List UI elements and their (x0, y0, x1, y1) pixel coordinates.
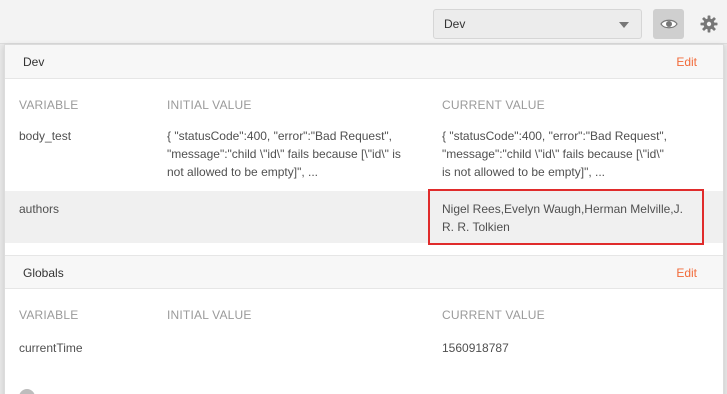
column-header-initial-value: INITIAL VALUE (167, 98, 252, 112)
column-header-initial-value: INITIAL VALUE (167, 308, 252, 322)
section-title: Dev (23, 55, 45, 69)
current-value: 1560918787 (442, 341, 509, 355)
column-header-variable: VARIABLE (19, 98, 79, 112)
variable-name: currentTime (19, 341, 83, 355)
variable-name: body_test (19, 129, 72, 143)
manage-environments-button[interactable] (694, 9, 724, 39)
column-header-current-value: CURRENT VALUE (442, 308, 545, 322)
environment-select[interactable]: Dev (433, 9, 642, 39)
initial-value-line: not allowed to be empty]", ... (167, 165, 319, 179)
globals-section-header: Globals Edit (5, 255, 723, 289)
current-value-line: { "statusCode":400, "error":"Bad Request… (442, 129, 668, 143)
initial-value-line: "message":"child \"id\" fails because [\… (167, 147, 401, 161)
current-value-line: "message":"child \"id\" fails because [\… (442, 147, 664, 161)
initial-value-line: { "statusCode":400, "error":"Bad Request… (167, 129, 393, 143)
highlight-annotation-box (428, 189, 704, 245)
initial-value: { "statusCode":400, "error":"Bad Request… (167, 127, 427, 181)
dev-section-header: Dev Edit (5, 45, 723, 79)
edit-globals-link[interactable]: Edit (676, 266, 697, 280)
variable-name: authors (19, 202, 60, 216)
section-title: Globals (23, 266, 64, 280)
column-header-variable: VARIABLE (19, 308, 79, 322)
current-value-line: is not allowed to be empty]", ... (442, 165, 606, 179)
info-icon (19, 389, 35, 394)
current-value: { "statusCode":400, "error":"Bad Request… (442, 127, 702, 181)
column-header-current-value: CURRENT VALUE (442, 98, 545, 112)
eye-icon (659, 19, 678, 29)
top-bar: Dev (0, 0, 727, 44)
gear-icon (700, 15, 718, 33)
environment-select-label: Dev (444, 17, 466, 31)
environment-quick-look-popover: Dev Edit VARIABLE INITIAL VALUE CURRENT … (4, 44, 724, 394)
chevron-down-icon (619, 22, 629, 28)
edit-dev-link[interactable]: Edit (676, 55, 697, 69)
environment-quick-look-button[interactable] (653, 9, 684, 39)
